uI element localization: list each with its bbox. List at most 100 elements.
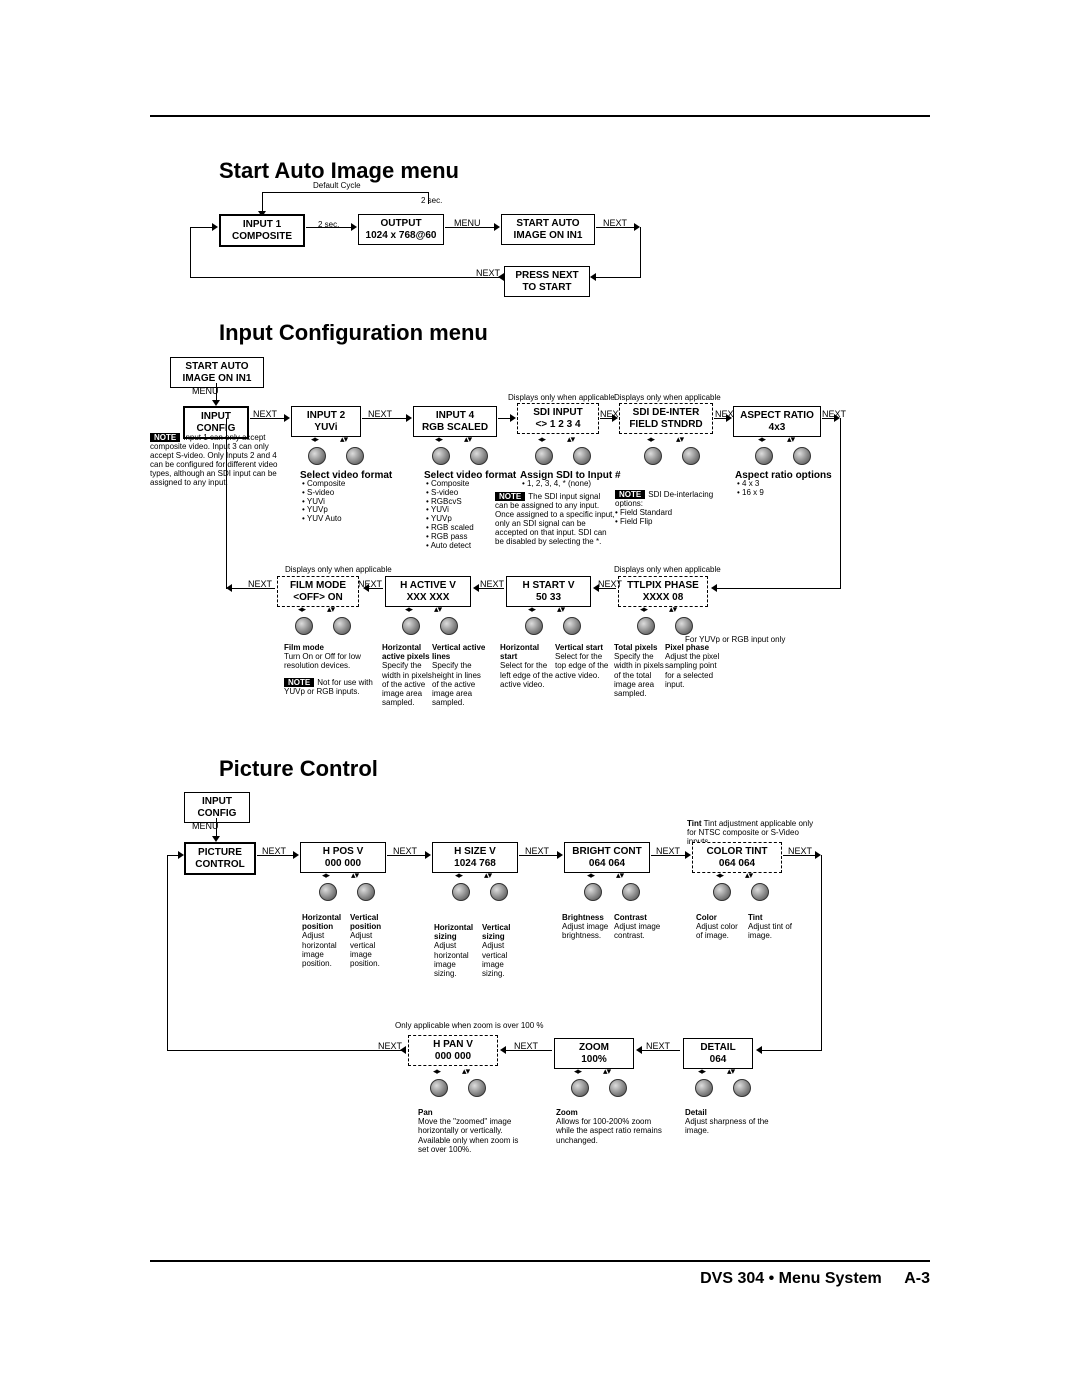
line: [190, 277, 500, 278]
line: [595, 277, 641, 278]
lr-icon: ◂▸: [716, 870, 723, 881]
arrow-left-icon: [500, 1046, 506, 1054]
box-hactive: H ACTIVE VXXX XXX: [385, 576, 471, 607]
label-default-cycle: Default Cycle: [313, 182, 361, 191]
label-menu-3: MENU: [192, 821, 219, 831]
knob-icon: [563, 617, 581, 635]
box-hsize: H SIZE V1024 768: [432, 842, 518, 873]
label-next-pc6: NEXT: [646, 1041, 670, 1051]
desc-color-v: TintAdjust tint of image.: [748, 913, 798, 941]
knob-icon: [319, 883, 337, 901]
knob-icon: [584, 883, 602, 901]
box-input-config-pc: INPUTCONFIG: [184, 792, 250, 823]
box-zoom: ZOOM100%: [554, 1038, 634, 1069]
arrow-right-icon: [212, 223, 218, 231]
footer-page: A-3: [904, 1270, 930, 1287]
knob-icon: [430, 1079, 448, 1097]
ud-icon: ▴▾: [327, 604, 334, 615]
desc-ttl-h: Total pixelsSpecify the width in pixels …: [614, 643, 664, 698]
line: [262, 192, 428, 193]
desc-hact-v: Vertical active linesSpecify the height …: [432, 643, 487, 707]
knob-group: [525, 617, 581, 635]
label-next-pc8: NEXT: [378, 1041, 402, 1051]
ud-icon: ▴▾: [603, 1066, 610, 1077]
label-next-ic1: NEXT: [253, 409, 277, 419]
heading-picture: Picture Control: [219, 756, 378, 782]
arrow-right-icon: [510, 414, 516, 422]
label-applicable1: Displays only when applicable: [508, 394, 615, 403]
lr-icon: ◂▸: [322, 870, 329, 881]
lr-icon: ◂▸: [405, 604, 412, 615]
note-input1: NOTEInput 1 can only accept composite vi…: [150, 433, 280, 487]
box-sdi-input: SDI INPUT<> 1 2 3 4: [517, 403, 599, 434]
label-next-pc7: NEXT: [514, 1041, 538, 1051]
footer-product: DVS 304 • Menu System: [700, 1270, 882, 1287]
label-applicable4: Displays only when applicable: [614, 566, 721, 575]
knob-icon: [571, 1079, 589, 1097]
label-next-r2b: NEXT: [480, 579, 504, 589]
lr-icon: ◂▸: [311, 434, 318, 445]
lr-icon: ◂▸: [698, 1066, 705, 1077]
line: [760, 1050, 822, 1051]
desc-ttl-v: Pixel phaseAdjust the pixel sampling poi…: [665, 643, 720, 689]
knob-icon: [733, 1079, 751, 1097]
ud-icon: ▴▾: [464, 434, 471, 445]
page: Start Auto Image menu Default Cycle 2 se…: [0, 0, 1080, 1397]
rule-top: [150, 115, 930, 117]
knob-group: [432, 447, 488, 465]
ud-icon: ▴▾: [340, 434, 347, 445]
arrow-right-icon: [293, 851, 299, 859]
label-applicable3: Displays only when applicable: [285, 566, 392, 575]
box-sdi-deinter: SDI DE-INTERFIELD STNDRD: [619, 403, 713, 434]
knob-group: [452, 883, 508, 901]
lr-icon: ◂▸: [640, 604, 647, 615]
label-next-pc5: NEXT: [788, 846, 812, 856]
knob-icon: [675, 617, 693, 635]
desc-pan: PanMove the "zoomed" image horizontally …: [418, 1108, 523, 1154]
arrow-left-icon: [498, 273, 504, 281]
label-menu: MENU: [454, 218, 481, 228]
ud-icon: ▴▾: [669, 604, 676, 615]
note-tag-icon: NOTE: [284, 678, 314, 687]
desc-hpos-h: Horizontal positionAdjust horizontal ima…: [302, 913, 348, 968]
ud-icon: ▴▾: [351, 870, 358, 881]
line: [167, 1050, 405, 1051]
arrow-right-icon: [685, 851, 691, 859]
arrow-left-icon: [636, 1046, 642, 1054]
label-2sec-b: 2 sec.: [318, 221, 339, 230]
ud-icon: ▴▾: [484, 870, 491, 881]
label-2sec: 2 sec.: [421, 197, 442, 206]
box-hstart: H START V50 33: [506, 576, 591, 607]
ud-icon: ▴▾: [434, 604, 441, 615]
knob-icon: [695, 1079, 713, 1097]
box-bright: BRIGHT CONT064 064: [564, 842, 650, 873]
rule-bottom: [150, 1260, 930, 1262]
box-detail: DETAIL064: [683, 1038, 753, 1069]
knob-icon: [644, 447, 662, 465]
knob-icon: [346, 447, 364, 465]
arrow-left-icon: [711, 584, 717, 592]
knob-icon: [333, 617, 351, 635]
box-start-auto: START AUTOIMAGE ON IN1: [501, 214, 595, 245]
line: [640, 227, 641, 277]
label-next-pc1: NEXT: [262, 846, 286, 856]
desc-film: Film modeTurn On or Off for low resoluti…: [284, 643, 374, 671]
box-start-auto-2: START AUTOIMAGE ON IN1: [170, 357, 264, 388]
desc-color-h: ColorAdjust color of image.: [696, 913, 746, 941]
box-filmmode: FILM MODE<OFF> ON: [277, 576, 359, 607]
page-footer: DVS 304 • Menu System A-3: [150, 1270, 930, 1288]
desc-zoom: ZoomAllows for 100-200% zoom while the a…: [556, 1108, 666, 1145]
arrow-right-icon: [425, 851, 431, 859]
label-next-pc3: NEXT: [525, 846, 549, 856]
knob-icon: [452, 883, 470, 901]
desc-hsize-v: Vertical sizingAdjust vertical image siz…: [482, 923, 528, 978]
lr-icon: ◂▸: [647, 434, 654, 445]
label-applicable2: Displays only when applicable: [614, 394, 721, 403]
label-next: NEXT: [603, 218, 627, 228]
box-pan: H PAN V000 000: [408, 1035, 498, 1066]
note-film: NOTENot for use with YUVp or RGB inputs.: [284, 678, 379, 696]
list-fmt-input4: • Composite• S-video• RGBcvS• YUVi• YUVp…: [426, 480, 474, 550]
ud-icon: ▴▾: [787, 434, 794, 445]
box-input4: INPUT 4RGB SCALED: [413, 406, 497, 437]
desc-bright-v: ContrastAdjust image contrast.: [614, 913, 666, 941]
